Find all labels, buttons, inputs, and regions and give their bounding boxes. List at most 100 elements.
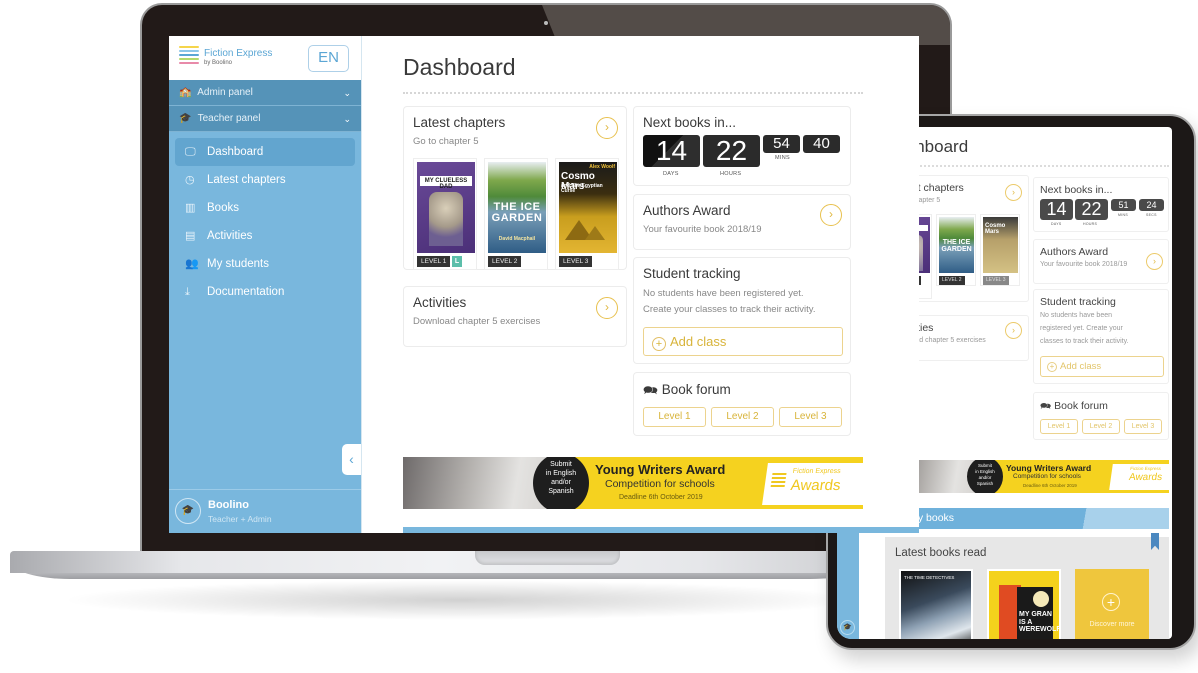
book-cover: Cosmo Mars [983, 217, 1018, 273]
go-activities-button[interactable]: › [596, 297, 618, 319]
submit-language-badge: Submit in English and/or Spanish [533, 457, 589, 509]
sidebar-item-documentation[interactable]: ⤓ Documentation [175, 278, 355, 306]
user-avatar-icon[interactable]: 🎓 [840, 620, 855, 635]
chevron-left-icon: ‹ [349, 451, 354, 467]
submit-language-badge: Submit in English and/or Spanish [967, 460, 1003, 493]
go-authors-award-button[interactable]: › [820, 204, 842, 226]
sidebar-item-dashboard[interactable]: 🖵 Dashboard [175, 138, 355, 166]
countdown-days: 14 [643, 135, 700, 167]
countdown-days: 14 [1040, 199, 1073, 220]
student-tracking-line-1: No students have been [1040, 312, 1112, 319]
go-latest-chapters-button[interactable]: › [1005, 184, 1022, 201]
laptop-notch [475, 551, 620, 565]
book-author: David Macphail [498, 236, 536, 242]
level-badge: LEVEL 3 [559, 256, 593, 267]
book-card[interactable]: Alex Woolf Cosmo Mars and The Egyptian C… [555, 158, 619, 270]
main-content: Dashboard Latest chapters Go to chapter … [361, 36, 919, 533]
sidebar-item-label: My students [207, 258, 269, 270]
title-divider [403, 92, 863, 94]
card-title: Next books in... [1040, 184, 1113, 196]
sidebar-item-activities[interactable]: ▤ Activities [175, 222, 355, 250]
secs-label: SECS [1146, 213, 1157, 217]
library-books-header: Library books [885, 508, 1169, 529]
banner-deadline: Deadline 6th October 2019 [1023, 483, 1077, 488]
countdown-secs: 24 [1139, 199, 1164, 211]
forum-level-3-button[interactable]: Level 3 [1124, 419, 1162, 434]
hours-label: HOURS [1083, 222, 1098, 226]
card-subtitle: Your favourite book 2018/19 [643, 224, 762, 235]
book-card[interactable]: MY CLUELESS DAD LEVEL 1 L [413, 158, 477, 270]
book-author: Alex Woolf [589, 164, 615, 170]
banner-subtitle: Competition for schools [605, 478, 715, 490]
language-button[interactable]: EN [308, 45, 349, 72]
latest-chapters-card[interactable]: Latest chapters Go to chapter 5 › MY CLU… [403, 106, 627, 270]
download-icon: ⤓ [185, 286, 190, 298]
sidebar-item-latest-chapters[interactable]: ◷ Latest chapters [175, 166, 355, 194]
activities-card[interactable]: Activities Download chapter 5 exercises … [403, 286, 627, 347]
chevron-down-icon: ⌄ [343, 88, 351, 98]
book-card[interactable]: THE ICE GARDEN LEVEL 2 [936, 214, 976, 286]
awards-logo-icon [770, 473, 787, 487]
sidebar-item-label: Books [207, 202, 239, 214]
young-writers-award-banner[interactable]: Submit in English and/or Spanish Young W… [403, 457, 863, 509]
young-writers-award-banner[interactable]: Submit in English and/or Spanish Young W… [885, 460, 1169, 493]
authors-award-card[interactable]: Authors Award Your favourite book 2018/1… [1033, 239, 1169, 284]
discover-more-button[interactable]: + Discover more [1075, 569, 1149, 639]
go-activities-button[interactable]: › [1005, 322, 1022, 339]
card-title: Latest chapters [413, 115, 506, 130]
student-tracking-line-1: No students have been registered yet. [643, 288, 804, 299]
user-name: Boolino [208, 499, 249, 511]
sidebar-item-books[interactable]: ▥ Books [175, 194, 355, 222]
book-card[interactable]: THE TIME DETECTIVES [899, 569, 973, 639]
book-cover: THE TIME DETECTIVES [901, 571, 971, 639]
authors-award-card[interactable]: Authors Award Your favourite book 2018/1… [633, 194, 851, 250]
banner-title: Young Writers Award [1006, 463, 1092, 473]
card-subtitle: Download chapter 5 exercises [413, 316, 541, 327]
card-title: Authors Award [643, 203, 731, 218]
card-title: Next books in... [643, 115, 737, 130]
card-title: 🗪 Book forum [643, 381, 731, 402]
mins-label: MINS [775, 155, 790, 161]
fiction-express-logo-icon[interactable] [179, 46, 199, 68]
countdown-hours: 22 [1075, 199, 1108, 220]
laptop-device: Fiction Express by Boolino EN 🏫 Admin pa… [140, 3, 952, 551]
forum-level-3-button[interactable]: Level 3 [779, 407, 842, 427]
teacher-panel-toggle[interactable]: 🎓 Teacher panel ⌄ [169, 106, 361, 132]
chevron-right-icon: › [605, 120, 609, 134]
days-label: DAYS [663, 171, 679, 177]
admin-panel-label: Admin panel [197, 87, 253, 98]
sidebar-item-my-students[interactable]: 👥 My students [175, 250, 355, 278]
student-tracking-card: Student tracking No students have been r… [633, 257, 851, 364]
bookmark-icon [1151, 533, 1159, 550]
collapse-sidebar-button[interactable]: ‹ [342, 444, 361, 475]
forum-level-1-button[interactable]: Level 1 [1040, 419, 1078, 434]
forum-level-2-button[interactable]: Level 2 [711, 407, 774, 427]
add-class-button[interactable]: + Add class [643, 327, 843, 356]
book-title: THE ICE GARDEN [491, 201, 543, 224]
days-label: DAYS [1051, 222, 1062, 226]
laptop-camera [544, 21, 548, 25]
teacher-admin-icon: 🎓 [181, 505, 195, 516]
chevron-down-icon: ⌄ [343, 114, 351, 124]
awards-logo-top: Fiction Express [792, 468, 842, 475]
chevron-right-icon: › [829, 207, 833, 221]
add-class-button[interactable]: + Add class [1040, 356, 1164, 377]
books-icon: ▥ [185, 202, 196, 214]
clock-icon: ◷ [185, 174, 195, 186]
awards-logo-main: Awards [1128, 472, 1163, 483]
user-profile[interactable]: 🎓 Boolino Teacher + Admin [169, 489, 361, 533]
card-title: Authors Award [1040, 246, 1109, 258]
go-latest-chapters-button[interactable]: › [596, 117, 618, 139]
sidebar-nav: 🖵 Dashboard ◷ Latest chapters ▥ Books ▤ Acti… [169, 132, 361, 312]
forum-level-1-button[interactable]: Level 1 [643, 407, 706, 427]
book-card[interactable]: Cosmo Mars LEVEL 3 [980, 214, 1020, 286]
awards-logo: Fiction Express Awards [1109, 464, 1169, 490]
brand-header: Fiction Express by Boolino EN [169, 36, 361, 80]
book-card[interactable]: MY GRAN IS A WEREWOLF [987, 569, 1061, 639]
go-authors-award-button[interactable]: › [1146, 253, 1163, 270]
awards-logo: Fiction Express Awards [762, 463, 863, 505]
forum-level-2-button[interactable]: Level 2 [1082, 419, 1120, 434]
book-card[interactable]: THE ICE GARDEN David Macphail LEVEL 2 [484, 158, 548, 270]
language-badge: L [452, 256, 462, 267]
admin-panel-toggle[interactable]: 🏫 Admin panel ⌄ [169, 80, 361, 106]
